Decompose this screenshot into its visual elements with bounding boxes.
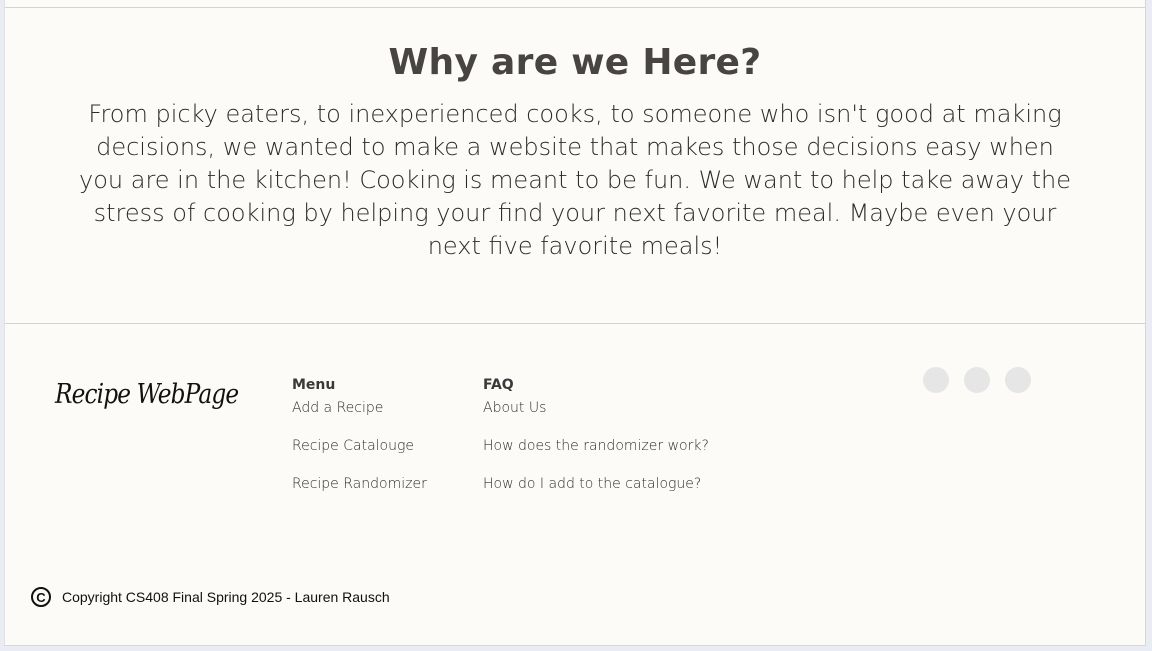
- copyright-text: Copyright CS408 Final Spring 2025 - Laur…: [62, 589, 390, 605]
- footer-link-add-recipe[interactable]: Add a Recipe: [292, 398, 472, 418]
- footer-menu-heading: Menu: [292, 377, 336, 393]
- footer-link-randomizer-faq[interactable]: How does the randomizer work?: [483, 436, 763, 456]
- page-container: Why are we Here? From picky eaters, to i…: [4, 0, 1146, 646]
- footer-link-add-to-catalogue-faq[interactable]: How do I add to the catalogue?: [483, 474, 763, 494]
- social-icon-1[interactable]: [923, 367, 949, 393]
- copyright-notice: C Copyright CS408 Final Spring 2025 - La…: [31, 587, 390, 607]
- footer-link-about-us[interactable]: About Us: [483, 398, 763, 418]
- footer-menu-column: Menu Add a Recipe Recipe Catalouge Recip…: [292, 376, 472, 512]
- about-body: From picky eaters, to inexperienced cook…: [79, 100, 1071, 260]
- footer-faq-heading: FAQ: [483, 377, 514, 393]
- footer-brand-logo[interactable]: Recipe WebPage: [55, 379, 239, 410]
- about-section: Why are we Here? From picky eaters, to i…: [5, 40, 1145, 263]
- social-icon-2[interactable]: [964, 367, 990, 393]
- social-links: [923, 367, 1031, 393]
- copyright-icon: C: [31, 587, 51, 607]
- site-footer: Recipe WebPage Menu Add a Recipe Recipe …: [5, 324, 1145, 645]
- footer-link-recipe-randomizer[interactable]: Recipe Randomizer: [292, 474, 472, 494]
- social-icon-3[interactable]: [1005, 367, 1031, 393]
- footer-link-recipe-catalogue[interactable]: Recipe Catalouge: [292, 436, 472, 456]
- footer-faq-column: FAQ About Us How does the randomizer wor…: [483, 376, 763, 512]
- top-divider: [5, 7, 1145, 8]
- about-title: Why are we Here?: [388, 42, 762, 83]
